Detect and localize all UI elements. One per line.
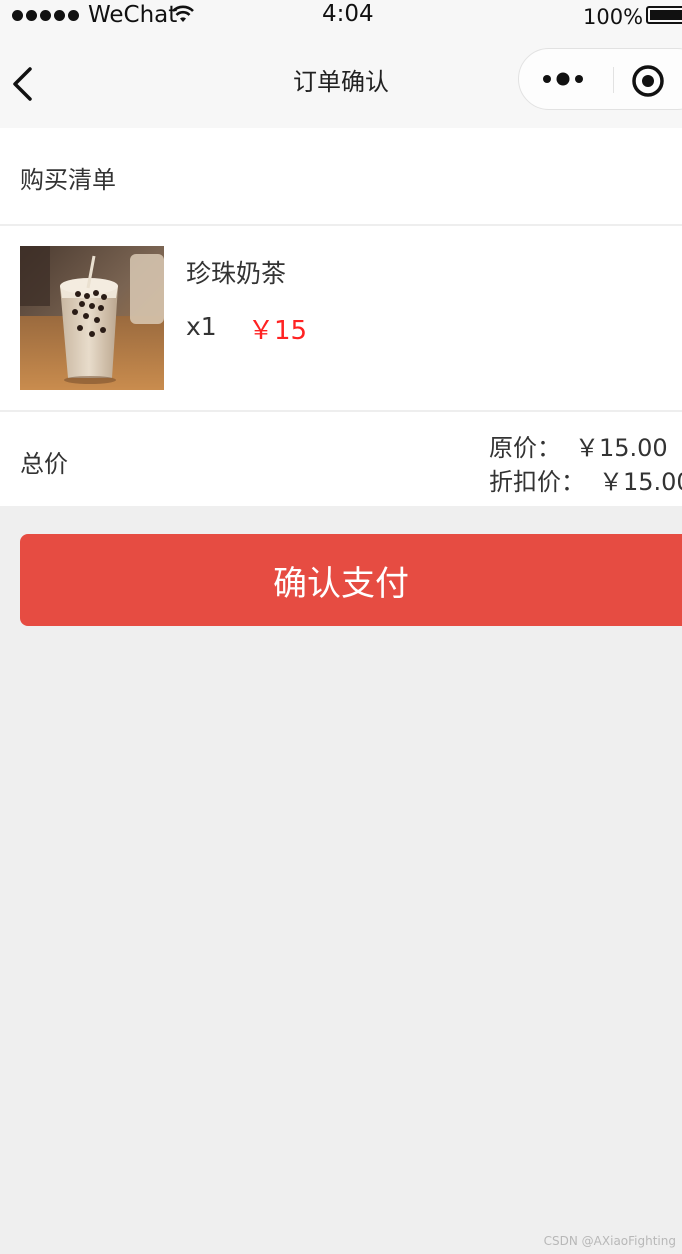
confirm-pay-label: 确认支付: [273, 563, 409, 604]
purchase-list-section: 购买清单: [0, 128, 682, 224]
nav-bar: 订单确认: [0, 34, 682, 128]
product-quantity: x1: [186, 312, 217, 341]
battery-percent: 100%: [583, 5, 644, 29]
status-bar: WeChat 4:04 100%: [0, 0, 682, 34]
capsule-divider: [613, 67, 614, 93]
more-menu-icon[interactable]: [541, 70, 587, 88]
signal-dots-icon: [12, 10, 79, 21]
original-price-label: 原价：: [489, 434, 561, 462]
battery-level: [650, 10, 682, 20]
wifi-icon: [172, 5, 194, 22]
list-item[interactable]: 珍珠奶茶 x1 ￥15: [0, 226, 682, 410]
status-time: 4:04: [322, 1, 374, 27]
battery-icon: [646, 6, 682, 24]
carrier-label: WeChat: [88, 2, 178, 28]
confirm-pay-button[interactable]: 确认支付: [20, 534, 682, 626]
product-image: [20, 246, 164, 390]
total-label: 总价: [20, 450, 68, 478]
section-title: 购买清单: [20, 166, 116, 194]
product-name: 珍珠奶茶: [186, 259, 287, 288]
original-price-line: 原价： ￥15.00: [489, 428, 668, 463]
watermark: CSDN @AXiaoFighting: [543, 1234, 676, 1248]
capsule-menu: [518, 48, 682, 110]
original-price-value: ￥15.00: [575, 434, 668, 462]
discount-price-label: 折扣价：: [489, 468, 585, 496]
product-price: ￥15: [248, 316, 308, 346]
discount-price-value: ￥15.00: [599, 468, 682, 496]
total-section: 总价 原价： ￥15.00 折扣价： ￥15.00: [0, 412, 682, 506]
close-target-icon[interactable]: [631, 64, 665, 98]
discount-price-line: 折扣价： ￥15.00: [489, 462, 682, 497]
